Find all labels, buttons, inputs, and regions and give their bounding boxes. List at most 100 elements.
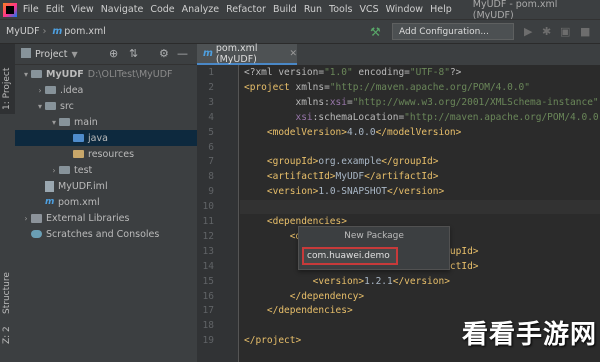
locate-target-icon[interactable]: ⊕ xyxy=(109,47,118,60)
editor-tab-bar: m pom.xml (MyUDF) ✕ xyxy=(197,42,600,66)
code-line[interactable]: <artifactId>MyUDF</artifactId> xyxy=(244,171,439,182)
tree-item-label: resources xyxy=(88,148,135,160)
popup-title: New Package xyxy=(344,231,404,241)
tree-item-resources[interactable]: resources xyxy=(15,146,197,162)
tree-item-label: src xyxy=(60,100,74,112)
code-line[interactable]: <groupId>org.example</groupId> xyxy=(244,156,439,167)
package-name-input[interactable]: com.huawei.demo xyxy=(302,247,398,265)
tree-item-label: java xyxy=(88,132,108,144)
folder-icon xyxy=(45,102,56,110)
build-hammer-icon[interactable]: ⚒ xyxy=(370,25,381,39)
menu-bar: File Edit View Navigate Code Analyze Ref… xyxy=(0,0,600,21)
line-number: 6 xyxy=(208,141,214,153)
menu-file[interactable]: File xyxy=(23,4,39,15)
tree-item-java[interactable]: java xyxy=(15,130,197,146)
tree-item-label: External Libraries xyxy=(46,212,130,224)
menu-run[interactable]: Run xyxy=(304,4,322,15)
line-number: 4 xyxy=(208,111,214,123)
tab-pom-xml[interactable]: m pom.xml (MyUDF) ✕ xyxy=(197,42,297,65)
chevron-down-icon[interactable]: ▾ xyxy=(49,118,59,127)
tree-item-path: D:\OLITest\MyUDF xyxy=(87,68,173,80)
menu-view[interactable]: View xyxy=(71,4,94,15)
menu-edit[interactable]: Edit xyxy=(46,4,64,15)
code-line[interactable]: </dependency> xyxy=(244,291,364,302)
code-line[interactable]: </dependencies> xyxy=(244,305,353,316)
tree-item-external-libraries[interactable]: › External Libraries xyxy=(15,210,197,226)
tree-item-label: MyUDF xyxy=(46,68,84,80)
chevron-right-icon[interactable]: › xyxy=(21,214,31,223)
menu-window[interactable]: Window xyxy=(386,4,423,15)
tree-item-pom-xml[interactable]: m pom.xml xyxy=(15,194,197,210)
run-icon[interactable]: ▶ xyxy=(524,25,532,38)
line-number: 3 xyxy=(208,96,214,108)
tree-item-src[interactable]: ▾ src xyxy=(15,98,197,114)
tree-item-scratches-and-consoles[interactable]: Scratches and Consoles xyxy=(15,226,197,242)
code-line[interactable]: <?xml version="1.0" encoding="UTF-8"?> xyxy=(244,67,461,78)
chevron-down-icon[interactable]: ▾ xyxy=(35,102,45,111)
tree-item-label: test xyxy=(74,164,93,176)
line-number: 12 xyxy=(202,230,214,242)
libraries-icon xyxy=(31,213,42,223)
maven-file-icon: m xyxy=(203,48,213,59)
breadcrumb-project[interactable]: MyUDF xyxy=(6,26,40,37)
tree-item-myudf[interactable]: ▾ MyUDF D:\OLITest\MyUDF xyxy=(15,66,197,82)
tree-item-main[interactable]: ▾ main xyxy=(15,114,197,130)
line-number: 18 xyxy=(202,320,214,332)
menu-vcs[interactable]: VCS xyxy=(359,4,378,15)
tree-item-test[interactable]: › test xyxy=(15,162,197,178)
tree-item-idea[interactable]: › .idea xyxy=(15,82,197,98)
code-line[interactable]: <project xmlns="http://maven.apache.org/… xyxy=(244,82,530,93)
line-number: 16 xyxy=(202,290,214,302)
code-line[interactable]: <version>1.2.1</version> xyxy=(244,276,450,287)
chevron-right-icon[interactable]: › xyxy=(49,166,59,175)
add-configuration-button[interactable]: Add Configuration... xyxy=(392,23,514,40)
folder-icon xyxy=(73,134,84,142)
chevron-down-icon[interactable]: ▼ xyxy=(72,50,78,59)
line-number: 9 xyxy=(208,186,214,198)
left-tool-stripe: 1: Project Structure Z: 2 xyxy=(0,44,16,362)
folder-icon xyxy=(31,70,42,78)
tree-item-myudf-iml[interactable]: MyUDF.iml xyxy=(15,178,197,194)
tree-item-label: pom.xml xyxy=(58,196,100,208)
hide-panel-icon[interactable]: — xyxy=(177,47,188,60)
new-package-popup: New Package com.huawei.demo xyxy=(298,226,450,270)
project-tool-tab[interactable]: 1: Project xyxy=(2,68,12,110)
menu-code[interactable]: Code xyxy=(150,4,174,15)
tab-label: pom.xml (MyUDF) xyxy=(215,42,258,65)
line-number: 13 xyxy=(202,245,214,257)
menu-help[interactable]: Help xyxy=(430,4,452,15)
gear-icon[interactable]: ⚙ xyxy=(159,47,169,60)
chevron-right-icon[interactable]: › xyxy=(35,86,45,95)
current-line-highlight xyxy=(240,200,600,215)
code-line[interactable]: <modelVersion>4.0.0</modelVersion> xyxy=(244,127,461,138)
coverage-icon[interactable]: ▣ xyxy=(560,25,570,38)
code-line[interactable]: xmlns:xsi="http://www.w3.org/2001/XMLSch… xyxy=(244,97,598,108)
menu-tools[interactable]: Tools xyxy=(329,4,352,15)
project-panel-title[interactable]: Project xyxy=(35,49,68,60)
chevron-down-icon[interactable]: ▾ xyxy=(21,70,31,79)
editor-gutter: 1 2 3 4 5 6 7 8 9 10 11 12 13 14 15 16 17 18 19 xyxy=(197,65,239,362)
debug-icon[interactable]: ✱ xyxy=(542,25,551,38)
close-icon[interactable]: ✕ xyxy=(289,49,297,59)
breadcrumb-file[interactable]: pom.xml xyxy=(64,26,106,37)
tree-item-label: .idea xyxy=(60,84,84,96)
line-number: 14 xyxy=(202,260,214,272)
line-number: 7 xyxy=(208,156,214,168)
line-number: 8 xyxy=(208,171,214,183)
code-line[interactable]: <d xyxy=(244,231,301,242)
menu-refactor[interactable]: Refactor xyxy=(226,4,266,15)
line-number: 2 xyxy=(208,81,214,93)
code-line[interactable]: xsi:schemaLocation="http://maven.apache.… xyxy=(244,112,600,123)
collapse-all-icon[interactable]: ⇅ xyxy=(129,47,138,60)
stop-icon[interactable]: ■ xyxy=(580,25,590,38)
code-line[interactable]: <version>1.0-SNAPSHOT</version> xyxy=(244,186,444,197)
code-line[interactable]: </project> xyxy=(244,335,301,346)
folder-icon xyxy=(73,150,84,158)
menu-analyze[interactable]: Analyze xyxy=(182,4,219,15)
line-number: 5 xyxy=(208,126,214,138)
menu-build[interactable]: Build xyxy=(273,4,297,15)
maven-file-icon: m xyxy=(45,196,55,207)
line-number: 19 xyxy=(202,335,214,347)
structure-tool-tab[interactable]: Structure xyxy=(2,272,12,314)
menu-navigate[interactable]: Navigate xyxy=(101,4,144,15)
